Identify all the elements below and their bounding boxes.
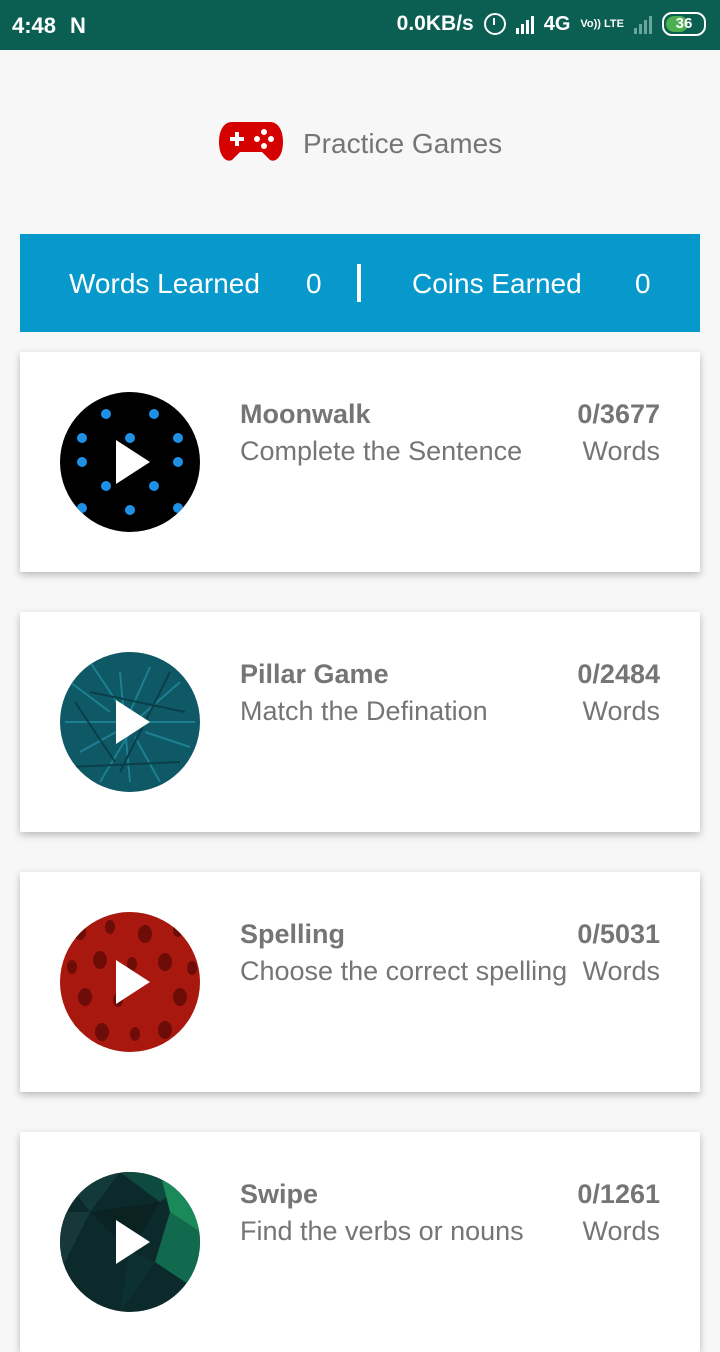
alarm-icon — [483, 13, 506, 35]
gamepad-icon — [219, 122, 283, 161]
coins-earned-label: Coins Earned — [412, 268, 582, 299]
page-title: Practice Games — [303, 128, 503, 159]
word-unit: Words — [582, 436, 660, 466]
word-count: 0/3677 — [577, 399, 660, 429]
play-icon — [116, 1220, 150, 1264]
game-title: Moonwalk — [240, 399, 371, 429]
volte-icon: Vo)) LTE — [580, 17, 624, 30]
moonwalk-thumbnail[interactable] — [60, 392, 200, 532]
notification-icon: N — [70, 13, 86, 38]
game-card-pillar[interactable]: Pillar Game Match the Defination 0/2484 … — [20, 612, 700, 832]
page-header: Practice Games — [0, 50, 720, 234]
word-unit: Words — [582, 956, 660, 986]
signal-icon — [515, 14, 534, 34]
pillar-thumbnail[interactable] — [60, 652, 200, 792]
play-icon — [116, 960, 150, 1004]
status-time: 4:48 — [12, 13, 57, 38]
game-title: Spelling — [240, 919, 346, 949]
signal-2-icon — [634, 14, 652, 34]
game-title: Swipe — [240, 1179, 319, 1209]
word-count: 0/1261 — [577, 1179, 660, 1209]
coins-earned-value: 0 — [635, 268, 651, 299]
word-unit: Words — [582, 1216, 660, 1246]
game-subtitle: Choose the correct spelling — [240, 956, 568, 986]
words-learned-label: Words Learned — [69, 268, 260, 299]
network-type: 4G — [543, 12, 571, 35]
play-icon — [116, 700, 150, 744]
battery-icon: 36 — [662, 12, 706, 36]
game-card-swipe[interactable]: Swipe Find the verbs or nouns 0/1261 Wor… — [20, 1132, 700, 1352]
word-unit: Words — [582, 696, 660, 726]
game-subtitle: Match the Defination — [240, 696, 488, 726]
spelling-thumbnail[interactable] — [60, 912, 200, 1052]
game-title: Pillar Game — [240, 659, 389, 689]
words-learned-value: 0 — [306, 268, 322, 299]
game-subtitle: Complete the Sentence — [240, 436, 523, 466]
play-icon — [116, 440, 150, 484]
word-count: 0/2484 — [577, 659, 660, 689]
stats-bar: Words Learned 0 Coins Earned 0 — [20, 234, 700, 332]
game-subtitle: Find the verbs or nouns — [240, 1216, 524, 1246]
swipe-thumbnail[interactable] — [60, 1172, 200, 1312]
game-card-spelling[interactable]: Spelling Choose the correct spelling 0/5… — [20, 872, 700, 1092]
network-speed: 0.0KB/s — [396, 12, 474, 35]
status-bar: 4:48 N 0.0KB/s 4G Vo)) LTE 36 — [0, 0, 720, 50]
word-count: 0/5031 — [577, 919, 660, 949]
game-card-moonwalk[interactable]: Moonwalk Complete the Sentence 0/3677 Wo… — [20, 352, 700, 572]
stats-divider — [357, 264, 361, 302]
